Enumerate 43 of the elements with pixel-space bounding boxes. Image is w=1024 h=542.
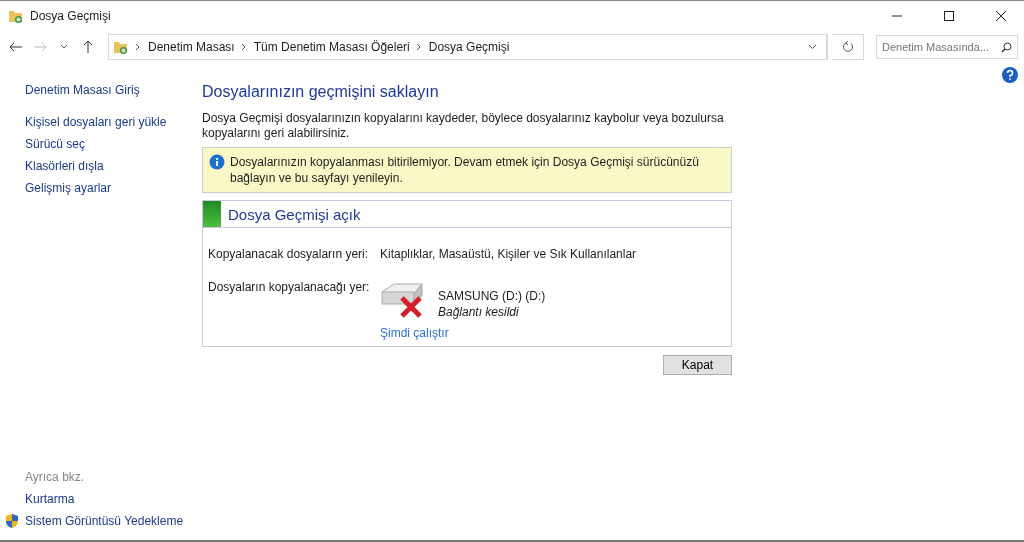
caret-icon xyxy=(60,43,68,50)
chevron-icon xyxy=(240,42,246,51)
field-label: Dosyaların kopyalanacağı yer: xyxy=(208,280,371,296)
help-icon[interactable] xyxy=(1002,67,1018,83)
field-value: Kitaplıklar, Masaüstü, Kişiler ve Sık Kullanılanlar xyxy=(380,247,638,261)
chevron-icon xyxy=(135,42,140,51)
caret-icon xyxy=(808,43,817,50)
shield-icon xyxy=(4,513,20,529)
drive-name: SAMSUNG (D:) (D:) xyxy=(438,289,547,303)
see-also-link[interactable]: Sistem Görüntüsü Yedekleme xyxy=(25,510,184,532)
sidebar-link[interactable]: Sürücü seç xyxy=(25,133,202,155)
page-heading: Dosyalarınızın geçmişini saklayın xyxy=(202,83,440,101)
forward-arrow-icon xyxy=(33,41,47,52)
disconnected-drive-icon xyxy=(380,280,426,320)
sidebar-link[interactable]: Klasörleri dışla xyxy=(25,155,202,177)
search-field[interactable]: Denetim Masasında... xyxy=(876,34,1018,59)
see-also-heading: Ayrıca bkz. xyxy=(25,469,86,486)
search-icon xyxy=(1001,41,1012,53)
sidebar-link[interactable]: Gelişmiş ayarlar xyxy=(25,177,202,199)
banner-text: Dosyalarınızın kopyalanması bitirilemiyor. Devam etmek için Dosya Geçmişi sürücünüzü bağlayın ve bu sayfayı yenileyin. xyxy=(230,154,700,186)
refresh-icon xyxy=(841,40,854,53)
panel-title: Dosya Geçmişi açık xyxy=(227,205,361,223)
field-label: Kopyalanacak dosyaların yeri: xyxy=(208,247,370,261)
info-icon xyxy=(209,154,225,170)
close-icon xyxy=(996,10,1006,21)
run-now-link[interactable]: Şimdi çalıştır xyxy=(380,326,449,340)
description-text: Dosya Geçmişi dosyalarınızın kopyalarını kaydeder, böylece dosyalarınız kaybolur veya bozulursa kopyalarını geri alabilirsiniz. xyxy=(202,111,725,141)
breadcrumb-item[interactable]: Dosya Geçmişi xyxy=(428,39,510,54)
status-stripe xyxy=(203,201,221,227)
see-also-link[interactable]: Kurtarma xyxy=(25,488,202,510)
sidebar-link[interactable]: Kişisel dosyaları geri yükle xyxy=(25,111,202,133)
chevron-icon xyxy=(415,42,421,51)
breadcrumb-item[interactable]: Tüm Denetim Masası Öğeleri xyxy=(253,39,410,54)
back-arrow-icon xyxy=(9,41,23,52)
address-bar[interactable]: Denetim Masası Tüm Denetim Masası Öğeleri Dosya Geçmişi xyxy=(108,33,828,60)
maximize-icon xyxy=(944,10,954,21)
breadcrumb-item[interactable]: Denetim Masası xyxy=(148,39,235,54)
window-title: Dosya Geçmişi xyxy=(30,8,112,23)
drive-status: Bağlantı kesildi xyxy=(438,305,520,319)
close-dialog-button[interactable]: Kapat xyxy=(663,355,732,375)
refresh-button[interactable] xyxy=(832,33,864,60)
up-arrow-icon xyxy=(83,39,93,54)
sidebar-link[interactable]: Denetim Masası Giriş xyxy=(25,79,202,101)
